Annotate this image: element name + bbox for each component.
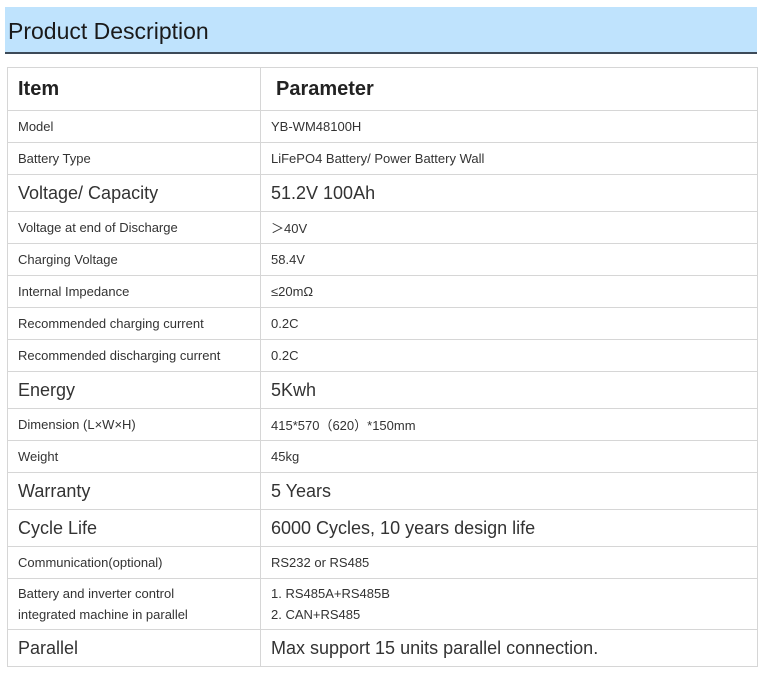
section-header: Product Description <box>5 7 757 54</box>
table-row: Battery Type LiFePO4 Battery/ Power Batt… <box>7 142 758 175</box>
table-row: Voltage at end of Discharge ＞40V <box>7 211 758 244</box>
row-item: Battery and inverter control integrated … <box>7 578 261 630</box>
column-header-parameter: Parameter <box>260 67 758 111</box>
row-value: 0.2C <box>260 307 758 340</box>
row-item: Weight <box>7 440 261 473</box>
row-value: 5 Years <box>260 472 758 510</box>
row-item: Parallel <box>7 629 261 667</box>
table-row: Voltage/ Capacity 51.2V 100Ah <box>7 174 758 212</box>
table-row: Weight 45kg <box>7 440 758 473</box>
table-row: Battery and inverter control integrated … <box>7 578 758 630</box>
table-row: Dimension (L×W×H) 415*570（620）*150mm <box>7 408 758 441</box>
table-row: Communication(optional) RS232 or RS485 <box>7 546 758 579</box>
row-item: Energy <box>7 371 261 409</box>
spec-table: Item Parameter Model YB-WM48100H Battery… <box>7 67 758 667</box>
row-value: 58.4V <box>260 243 758 276</box>
row-item: Voltage at end of Discharge <box>7 211 261 244</box>
row-item-line: Battery and inverter control <box>18 586 175 601</box>
row-item: Voltage/ Capacity <box>7 174 261 212</box>
row-item-line: integrated machine in parallel <box>18 607 188 622</box>
row-value: 5Kwh <box>260 371 758 409</box>
section-title: Product Description <box>8 18 209 44</box>
table-row: Parallel Max support 15 units parallel c… <box>7 629 758 667</box>
row-value-line: 2. CAN+RS485 <box>271 607 361 622</box>
table-row: Charging Voltage 58.4V <box>7 243 758 276</box>
row-value: RS232 or RS485 <box>260 546 758 579</box>
row-value: 0.2C <box>260 339 758 372</box>
row-item: Recommended discharging current <box>7 339 261 372</box>
row-value: 1. RS485A+RS485B 2. CAN+RS485 <box>260 578 758 630</box>
table-row: Recommended discharging current 0.2C <box>7 339 758 372</box>
row-value: ≤20mΩ <box>260 275 758 308</box>
row-value-line: 1. RS485A+RS485B <box>271 586 390 601</box>
row-value: 51.2V 100Ah <box>260 174 758 212</box>
table-row: Warranty 5 Years <box>7 472 758 510</box>
table-row: Recommended charging current 0.2C <box>7 307 758 340</box>
row-value: LiFePO4 Battery/ Power Battery Wall <box>260 142 758 175</box>
row-item: Internal Impedance <box>7 275 261 308</box>
row-item: Warranty <box>7 472 261 510</box>
row-item: Communication(optional) <box>7 546 261 579</box>
row-item: Charging Voltage <box>7 243 261 276</box>
row-value: Max support 15 units parallel connection… <box>260 629 758 667</box>
table-row: Energy 5Kwh <box>7 371 758 409</box>
row-value: YB-WM48100H <box>260 110 758 143</box>
row-item: Cycle Life <box>7 509 261 547</box>
column-header-item: Item <box>7 67 261 111</box>
row-item: Dimension (L×W×H) <box>7 408 261 441</box>
table-row: Cycle Life 6000 Cycles, 10 years design … <box>7 509 758 547</box>
row-item: Model <box>7 110 261 143</box>
row-item: Recommended charging current <box>7 307 261 340</box>
row-value: 6000 Cycles, 10 years design life <box>260 509 758 547</box>
table-header-row: Item Parameter <box>7 67 758 111</box>
table-row: Model YB-WM48100H <box>7 110 758 143</box>
table-row: Internal Impedance ≤20mΩ <box>7 275 758 308</box>
row-item: Battery Type <box>7 142 261 175</box>
row-value: 415*570（620）*150mm <box>260 408 758 441</box>
row-value: ＞40V <box>260 211 758 244</box>
row-value: 45kg <box>260 440 758 473</box>
